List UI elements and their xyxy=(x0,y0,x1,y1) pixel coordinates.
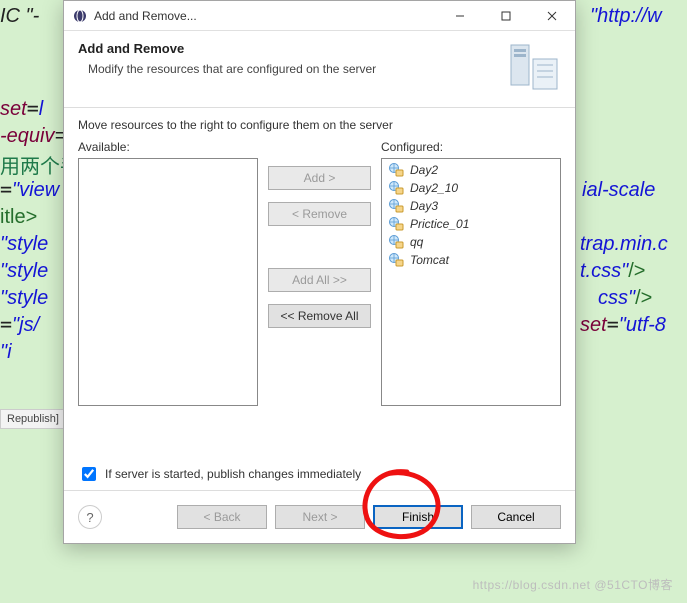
web-module-icon xyxy=(388,180,404,196)
publish-checkbox-label: If server is started, publish changes im… xyxy=(105,467,361,481)
add-remove-dialog: Add and Remove... Add and Remove Modify … xyxy=(63,0,576,544)
configured-listbox[interactable]: Day2 Day2_10 Day3 Prictice_01qq Tomcat xyxy=(381,158,561,406)
list-item[interactable]: Day2_10 xyxy=(384,179,558,197)
bg-code: trap.min.c xyxy=(580,231,668,256)
web-module-icon xyxy=(388,162,404,178)
web-module-icon xyxy=(388,234,404,250)
list-item-label: Prictice_01 xyxy=(410,217,469,231)
finish-button[interactable]: Finish xyxy=(373,505,463,529)
bg-code: IC "- xyxy=(0,3,39,28)
wizard-header: Add and Remove Modify the resources that… xyxy=(64,31,575,108)
eclipse-icon xyxy=(72,8,88,24)
bg-code: ial-scale xyxy=(582,177,655,202)
configured-label: Configured: xyxy=(381,140,561,154)
wizard-footer: ? < Back Next > Finish Cancel xyxy=(64,490,575,543)
list-item-label: qq xyxy=(410,235,423,249)
titlebar[interactable]: Add and Remove... xyxy=(64,1,575,31)
bg-code: "i xyxy=(0,339,12,364)
bg-code: set="utf-8 xyxy=(580,312,666,337)
add-button[interactable]: Add > xyxy=(268,166,371,190)
web-module-icon xyxy=(388,216,404,232)
publish-checkbox[interactable] xyxy=(82,467,96,481)
web-module-icon xyxy=(388,252,404,268)
back-button[interactable]: < Back xyxy=(177,505,267,529)
available-listbox[interactable] xyxy=(78,158,258,406)
close-button[interactable] xyxy=(529,1,575,30)
bg-code: "style xyxy=(0,231,48,256)
maximize-button[interactable] xyxy=(483,1,529,30)
list-item[interactable]: Day2 xyxy=(384,161,558,179)
list-item-label: Tomcat xyxy=(410,253,449,267)
add-all-button[interactable]: Add All >> xyxy=(268,268,371,292)
minimize-button[interactable] xyxy=(437,1,483,30)
window-title: Add and Remove... xyxy=(94,9,437,23)
bg-code: ="view xyxy=(0,177,59,202)
list-item[interactable]: Tomcat xyxy=(384,251,558,269)
server-graphic-icon xyxy=(505,41,561,93)
watermark: https://blog.csdn.net @51CTO博客 xyxy=(473,576,673,593)
bg-code: css"/> xyxy=(598,285,652,310)
bg-code: t.css"/> xyxy=(580,258,645,283)
help-button[interactable]: ? xyxy=(78,505,102,529)
remove-button[interactable]: < Remove xyxy=(268,202,371,226)
available-label: Available: xyxy=(78,140,258,154)
page-description: Modify the resources that are configured… xyxy=(78,62,505,76)
server-republish-status: Republish] xyxy=(0,409,66,429)
bg-code: itle> xyxy=(0,204,37,229)
remove-all-button[interactable]: << Remove All xyxy=(268,304,371,328)
bg-code: "style xyxy=(0,285,48,310)
bg-code: ="js/ xyxy=(0,312,39,337)
list-item-label: Day3 xyxy=(410,199,438,213)
list-item-label: Day2_10 xyxy=(410,181,458,195)
bg-code: "http://w xyxy=(590,3,662,28)
list-item-label: Day2 xyxy=(410,163,438,177)
next-button[interactable]: Next > xyxy=(275,505,365,529)
bg-code: -equiv= xyxy=(0,123,66,148)
list-item[interactable]: Prictice_01 xyxy=(384,215,558,233)
publish-checkbox-row[interactable]: If server is started, publish changes im… xyxy=(78,464,561,484)
bg-code: "style xyxy=(0,258,48,283)
bg-code: set=l xyxy=(0,96,43,121)
page-title: Add and Remove xyxy=(78,41,505,56)
list-item[interactable]: qq xyxy=(384,233,558,251)
list-item[interactable]: Day3 xyxy=(384,197,558,215)
web-module-icon xyxy=(388,198,404,214)
cancel-button[interactable]: Cancel xyxy=(471,505,561,529)
instruction-text: Move resources to the right to configure… xyxy=(78,118,561,132)
